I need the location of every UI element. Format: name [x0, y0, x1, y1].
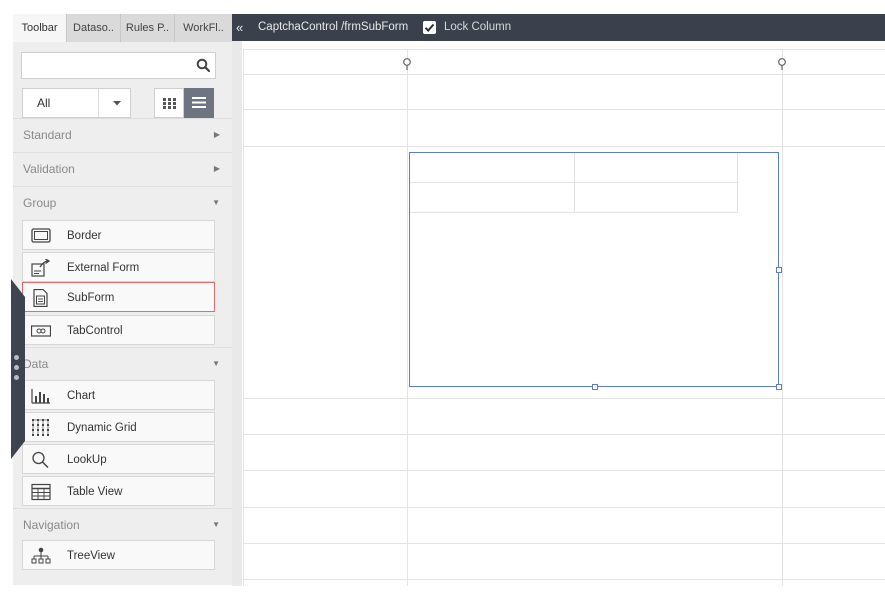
section-group[interactable]: Group ▼	[13, 186, 232, 218]
section-data-label: Data	[23, 357, 49, 371]
section-standard-label: Standard	[23, 128, 72, 142]
toolbox-item-chart[interactable]: Chart	[22, 380, 215, 410]
chevron-right-icon: ▶	[213, 130, 220, 139]
subform-icon	[33, 289, 48, 307]
lookup-icon	[32, 451, 49, 469]
toolbox-panel: Toolbar Dataso.. Rules P.. WorkFl.. All	[13, 14, 232, 585]
tab-workflow[interactable]: WorkFl..	[175, 14, 232, 42]
grid-view-icon	[163, 98, 176, 109]
grid-line	[243, 74, 885, 75]
chevron-right-icon: ▶	[213, 164, 220, 173]
toolbox-item-label: External Form	[67, 262, 140, 274]
toolbox-item-label: LookUp	[67, 454, 107, 466]
design-canvas[interactable]	[232, 41, 885, 596]
section-validation-label: Validation	[23, 162, 75, 176]
resize-handle-corner[interactable]	[776, 384, 782, 390]
filter-value: All	[37, 96, 51, 110]
grid-line	[243, 543, 885, 544]
dynamic-grid-icon	[32, 419, 49, 436]
form-path: CaptchaControl /frmSubForm	[258, 21, 409, 33]
tabcontrol-icon	[31, 325, 51, 337]
table-view-icon	[31, 483, 51, 501]
chevron-down-icon: ▼	[212, 359, 220, 368]
toolbox-item-subform[interactable]: SubForm	[22, 282, 215, 312]
section-navigation-label: Navigation	[23, 518, 80, 532]
filter-divider	[98, 89, 99, 117]
handle-dot	[14, 375, 19, 380]
section-navigation[interactable]: Navigation ▼	[13, 508, 232, 540]
treeview-icon	[31, 547, 51, 564]
section-data[interactable]: Data ▼	[13, 347, 232, 379]
grid-line	[243, 398, 885, 399]
grid-line	[243, 49, 885, 50]
filter-dropdown[interactable]: All	[22, 88, 131, 118]
toolbox-item-dynamic-grid[interactable]: Dynamic Grid	[22, 412, 215, 442]
grid-line	[243, 146, 885, 147]
tab-datasources[interactable]: Dataso..	[67, 14, 121, 42]
panel-separator[interactable]	[232, 41, 242, 586]
tab-toolbar[interactable]: Toolbar	[13, 14, 67, 42]
grid-view-button[interactable]	[154, 88, 184, 118]
search-box	[21, 52, 216, 79]
search-icon[interactable]	[196, 58, 210, 72]
toolbox-item-label: TabControl	[67, 325, 123, 337]
grid-line	[243, 109, 885, 110]
chevron-down-icon: ▼	[212, 520, 220, 529]
toolbox-item-label: SubForm	[67, 292, 115, 304]
toolbox-item-label: TreeView	[67, 550, 115, 562]
toolbox-item-external-form[interactable]: External Form	[22, 252, 215, 282]
section-standard[interactable]: Standard ▶	[13, 118, 232, 150]
list-view-icon	[192, 97, 206, 108]
section-validation[interactable]: Validation ▶	[13, 152, 232, 184]
toolbox-item-border[interactable]: Border	[22, 220, 215, 250]
external-form-icon	[31, 259, 51, 277]
toolbox-item-label: Border	[67, 230, 102, 242]
tab-rules[interactable]: Rules P..	[121, 14, 175, 42]
subform-row-line	[410, 212, 738, 213]
toolbox-item-tabcontrol[interactable]: TabControl	[22, 315, 215, 345]
panel-tabs: Toolbar Dataso.. Rules P.. WorkFl..	[13, 14, 232, 42]
grid-line	[243, 507, 885, 508]
border-icon	[31, 228, 51, 243]
chart-icon	[31, 389, 50, 404]
resize-handle-bottom[interactable]	[592, 384, 598, 390]
resize-handle-right[interactable]	[776, 267, 782, 273]
toolbox-item-lookup[interactable]: LookUp	[22, 444, 215, 474]
chevron-down-icon[interactable]	[111, 97, 123, 109]
section-group-label: Group	[23, 196, 57, 210]
list-view-button[interactable]	[184, 88, 214, 118]
toolbox-item-table-view[interactable]: Table View	[22, 476, 215, 506]
panel-drag-handle[interactable]	[11, 279, 25, 459]
handle-dot	[14, 365, 19, 370]
subform-column-line	[574, 153, 575, 212]
subform-column-line	[737, 153, 738, 212]
toolbox-item-label: Dynamic Grid	[67, 422, 137, 434]
pin-icon[interactable]	[402, 58, 412, 70]
handle-dot	[14, 355, 19, 360]
grid-column-line	[782, 49, 783, 586]
grid-line	[243, 470, 885, 471]
grid-column-line	[407, 49, 408, 586]
form-header-bar: « CaptchaControl /frmSubForm Lock Column	[232, 14, 885, 41]
search-input[interactable]	[22, 53, 204, 78]
grid-line	[243, 434, 885, 435]
grid-line	[243, 579, 885, 580]
lock-column-checkbox[interactable]	[423, 21, 436, 34]
toolbox-item-label: Table View	[67, 486, 123, 498]
chevron-down-icon: ▼	[212, 198, 220, 207]
toolbox-item-label: Chart	[67, 390, 96, 402]
grid-column-line	[243, 49, 244, 586]
collapse-panel-icon[interactable]: «	[236, 14, 243, 41]
subform-control[interactable]	[409, 152, 779, 387]
pin-icon[interactable]	[777, 58, 787, 70]
lock-column-label: Lock Column	[444, 21, 512, 33]
toolbox-item-treeview[interactable]: TreeView	[22, 540, 215, 570]
